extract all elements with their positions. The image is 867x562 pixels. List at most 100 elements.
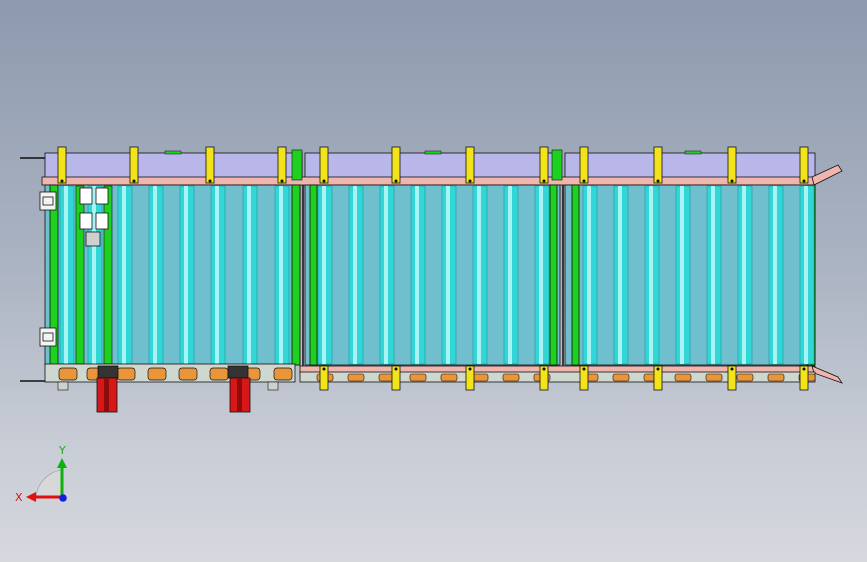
sprocket-1 [58,367,78,381]
chain-link-2 [347,373,365,382]
bottom-foot-1 [57,381,69,391]
roller-highlight-5 [184,186,188,364]
roller-highlight-1 [64,186,68,364]
top-side-plate-1 [44,152,303,180]
side-sensor-block-1 [39,191,57,211]
chain-link-15 [767,373,785,382]
sprocket-4 [147,367,167,381]
stopper-block-4 [95,212,109,230]
roller-highlight-9 [322,186,326,364]
bottom-bracket-bolt-7 [730,367,734,371]
top-rail-end-guide [811,164,843,186]
top-side-plate-3 [564,152,816,180]
triad-floor-quadrant [35,469,63,498]
chain-link-5 [440,373,458,382]
top-bracket-2 [129,146,139,184]
roller-highlight-8 [279,186,283,364]
top-bracket-4 [277,146,287,184]
top-bracket-8 [539,146,549,184]
top-bracket-bolt-8 [542,179,546,183]
chain-link-13 [705,373,723,382]
roller-highlight-20 [680,186,684,364]
section-2-left-frame [309,184,318,366]
chain-link-12 [674,373,692,382]
triad-x-label: X [15,491,23,504]
top-bracket-bolt-11 [730,179,734,183]
gear-motor-head-1 [97,365,119,379]
top-plate-tab-1 [164,150,182,155]
roller-highlight-12 [415,186,419,364]
top-bracket-bolt-12 [802,179,806,183]
chain-link-4 [409,373,427,382]
gear-motor-head-2 [227,365,249,379]
triad-x-arrow [26,492,36,502]
sprocket-8 [273,367,293,381]
top-rail [41,176,816,186]
top-bracket-bolt-2 [132,179,136,183]
top-bracket-11 [727,146,737,184]
chain-link-10 [612,373,630,382]
roller-highlight-7 [247,186,251,364]
top-bracket-bolt-6 [394,179,398,183]
sprocket-5 [178,367,198,381]
top-bracket-7 [465,146,475,184]
stopper-block-1 [79,187,93,205]
top-bracket-bolt-7 [468,179,472,183]
top-bracket-6 [391,146,401,184]
sprocket-3 [116,367,136,381]
top-joint-post-1 [291,149,303,181]
bottom-bracket-bolt-8 [802,367,806,371]
top-joint-post-2 [551,149,563,181]
pneumatic-cylinder-rod-2 [237,378,242,412]
top-bracket-bolt-5 [322,179,326,183]
roller-highlight-3 [122,186,126,364]
section-2-right-frame [549,184,558,366]
chain-link-14 [736,373,754,382]
top-bracket-bolt-10 [656,179,660,183]
roller-highlight-13 [446,186,450,364]
top-bracket-9 [579,146,589,184]
section-3-left-frame [571,184,580,366]
conveyor-model [20,146,844,413]
roller-highlight-4 [153,186,157,364]
roller-highlight-16 [539,186,543,364]
coordinate-triad-icon: Y X [15,444,67,504]
top-bracket-12 [799,146,809,184]
stopper-block-3 [95,187,109,205]
top-bracket-5 [319,146,329,184]
bottom-bracket-bolt-3 [468,367,472,371]
top-bracket-1 [57,146,67,184]
stopper-block-2 [79,212,93,230]
roller-highlight-11 [384,186,388,364]
roller-highlight-10 [353,186,357,364]
top-bracket-bolt-3 [208,179,212,183]
sprocket-6 [209,367,229,381]
roller-conveyor-assembly[interactable]: Y X [0,0,867,562]
top-bracket-3 [205,146,215,184]
triad-y-arrow [57,458,67,468]
bottom-bracket-bolt-4 [542,367,546,371]
cad-viewport[interactable]: Y X [0,0,867,562]
triad-y-label: Y [58,444,66,457]
roller-highlight-2 [92,186,96,364]
roller-highlight-22 [742,186,746,364]
bottom-rail-end-guide [811,365,844,384]
roller-highlight-6 [215,186,219,364]
conveyor-bed-2 [304,184,561,366]
stopper-base [85,231,101,247]
triad-z-axis [59,494,67,502]
bottom-bracket-bolt-6 [656,367,660,371]
chain-link-7 [502,373,520,382]
roller-highlight-17 [587,186,591,364]
top-plate-tab-3 [684,150,702,155]
bottom-bracket-bolt-5 [582,367,586,371]
roller-highlight-23 [773,186,777,364]
bottom-bracket-bolt-1 [322,367,326,371]
roller-highlight-18 [618,186,622,364]
pneumatic-cylinder-rod-1 [104,378,109,412]
top-plate-tab-2 [424,150,442,155]
top-side-plate-2 [304,152,556,180]
side-sensor-block-2 [39,327,57,347]
bottom-foot-2 [267,381,279,391]
section-1-right-frame [291,184,301,366]
